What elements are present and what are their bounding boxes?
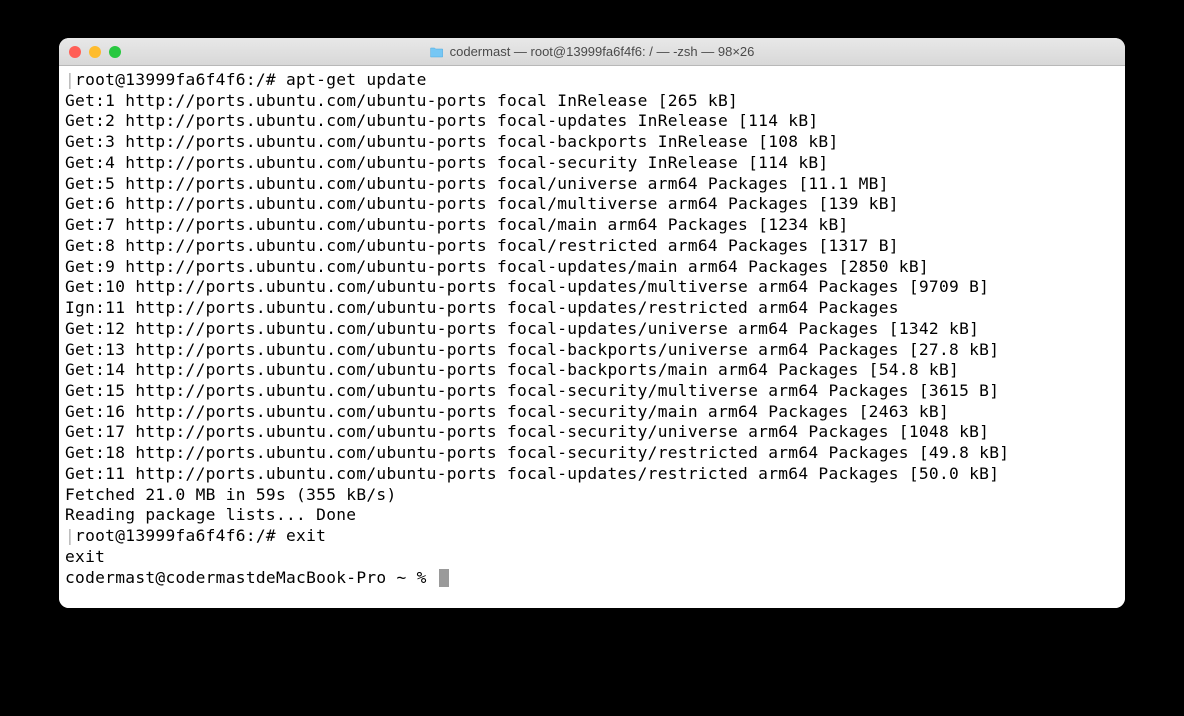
terminal-line: Get:5 http://ports.ubuntu.com/ubuntu-por… <box>65 174 1119 195</box>
terminal-text: Get:7 http://ports.ubuntu.com/ubuntu-por… <box>65 215 849 234</box>
terminal-line: Get:8 http://ports.ubuntu.com/ubuntu-por… <box>65 236 1119 257</box>
terminal-text: codermast@codermastdeMacBook-Pro ~ % <box>65 568 437 587</box>
terminal-text: Get:15 http://ports.ubuntu.com/ubuntu-po… <box>65 381 999 400</box>
terminal-line: Ign:11 http://ports.ubuntu.com/ubuntu-po… <box>65 298 1119 319</box>
terminal-line: Get:12 http://ports.ubuntu.com/ubuntu-po… <box>65 319 1119 340</box>
terminal-text: Get:11 http://ports.ubuntu.com/ubuntu-po… <box>65 464 999 483</box>
folder-icon <box>430 46 444 58</box>
terminal-text: Get:16 http://ports.ubuntu.com/ubuntu-po… <box>65 402 949 421</box>
terminal-line: |root@13999fa6f4f6:/# apt-get update <box>65 70 1119 91</box>
terminal-line: Get:2 http://ports.ubuntu.com/ubuntu-por… <box>65 111 1119 132</box>
terminal-text: Get:2 http://ports.ubuntu.com/ubuntu-por… <box>65 111 818 130</box>
maximize-button[interactable] <box>109 46 121 58</box>
terminal-line: Get:3 http://ports.ubuntu.com/ubuntu-por… <box>65 132 1119 153</box>
window-title-text: codermast — root@13999fa6f4f6: / — -zsh … <box>450 44 755 59</box>
terminal-text: Get:12 http://ports.ubuntu.com/ubuntu-po… <box>65 319 979 338</box>
terminal-text: root@13999fa6f4f6:/# apt-get update <box>75 70 427 89</box>
terminal-line: Get:13 http://ports.ubuntu.com/ubuntu-po… <box>65 340 1119 361</box>
terminal-text: Get:9 http://ports.ubuntu.com/ubuntu-por… <box>65 257 929 276</box>
prompt-caret-icon: | <box>65 70 75 89</box>
terminal-line: Get:14 http://ports.ubuntu.com/ubuntu-po… <box>65 360 1119 381</box>
terminal-text: Get:3 http://ports.ubuntu.com/ubuntu-por… <box>65 132 839 151</box>
terminal-line: Get:6 http://ports.ubuntu.com/ubuntu-por… <box>65 194 1119 215</box>
terminal-text: Get:1 http://ports.ubuntu.com/ubuntu-por… <box>65 91 738 110</box>
terminal-line: Get:1 http://ports.ubuntu.com/ubuntu-por… <box>65 91 1119 112</box>
minimize-button[interactable] <box>89 46 101 58</box>
close-button[interactable] <box>69 46 81 58</box>
window-controls <box>69 46 121 58</box>
terminal-text: root@13999fa6f4f6:/# exit <box>75 526 326 545</box>
terminal-line: Get:4 http://ports.ubuntu.com/ubuntu-por… <box>65 153 1119 174</box>
terminal-line: Fetched 21.0 MB in 59s (355 kB/s) <box>65 485 1119 506</box>
terminal-text: Get:8 http://ports.ubuntu.com/ubuntu-por… <box>65 236 899 255</box>
terminal-text: Get:6 http://ports.ubuntu.com/ubuntu-por… <box>65 194 899 213</box>
title-bar[interactable]: codermast — root@13999fa6f4f6: / — -zsh … <box>59 38 1125 66</box>
terminal-text: Reading package lists... Done <box>65 505 356 524</box>
terminal-text: Get:14 http://ports.ubuntu.com/ubuntu-po… <box>65 360 959 379</box>
terminal-line: Get:18 http://ports.ubuntu.com/ubuntu-po… <box>65 443 1119 464</box>
prompt-caret-icon: | <box>65 526 75 545</box>
terminal-line: Get:17 http://ports.ubuntu.com/ubuntu-po… <box>65 422 1119 443</box>
terminal-line: Reading package lists... Done <box>65 505 1119 526</box>
terminal-line: Get:16 http://ports.ubuntu.com/ubuntu-po… <box>65 402 1119 423</box>
terminal-line: Get:10 http://ports.ubuntu.com/ubuntu-po… <box>65 277 1119 298</box>
terminal-line: Get:9 http://ports.ubuntu.com/ubuntu-por… <box>65 257 1119 278</box>
terminal-text: exit <box>65 547 105 566</box>
terminal-line: exit <box>65 547 1119 568</box>
terminal-text: Get:5 http://ports.ubuntu.com/ubuntu-por… <box>65 174 889 193</box>
terminal-window: codermast — root@13999fa6f4f6: / — -zsh … <box>59 38 1125 608</box>
terminal-line: |root@13999fa6f4f6:/# exit <box>65 526 1119 547</box>
terminal-text: Get:4 http://ports.ubuntu.com/ubuntu-por… <box>65 153 828 172</box>
terminal-text: Get:10 http://ports.ubuntu.com/ubuntu-po… <box>65 277 989 296</box>
terminal-text: Get:17 http://ports.ubuntu.com/ubuntu-po… <box>65 422 989 441</box>
terminal-content[interactable]: |root@13999fa6f4f6:/# apt-get updateGet:… <box>59 66 1125 608</box>
terminal-line: Get:15 http://ports.ubuntu.com/ubuntu-po… <box>65 381 1119 402</box>
window-title: codermast — root@13999fa6f4f6: / — -zsh … <box>430 44 755 59</box>
cursor-icon <box>439 569 449 587</box>
terminal-text: Ign:11 http://ports.ubuntu.com/ubuntu-po… <box>65 298 899 317</box>
terminal-text: Fetched 21.0 MB in 59s (355 kB/s) <box>65 485 397 504</box>
terminal-line: Get:7 http://ports.ubuntu.com/ubuntu-por… <box>65 215 1119 236</box>
terminal-line: Get:11 http://ports.ubuntu.com/ubuntu-po… <box>65 464 1119 485</box>
terminal-text: Get:18 http://ports.ubuntu.com/ubuntu-po… <box>65 443 1009 462</box>
terminal-line: codermast@codermastdeMacBook-Pro ~ % <box>65 568 1119 589</box>
terminal-text: Get:13 http://ports.ubuntu.com/ubuntu-po… <box>65 340 999 359</box>
